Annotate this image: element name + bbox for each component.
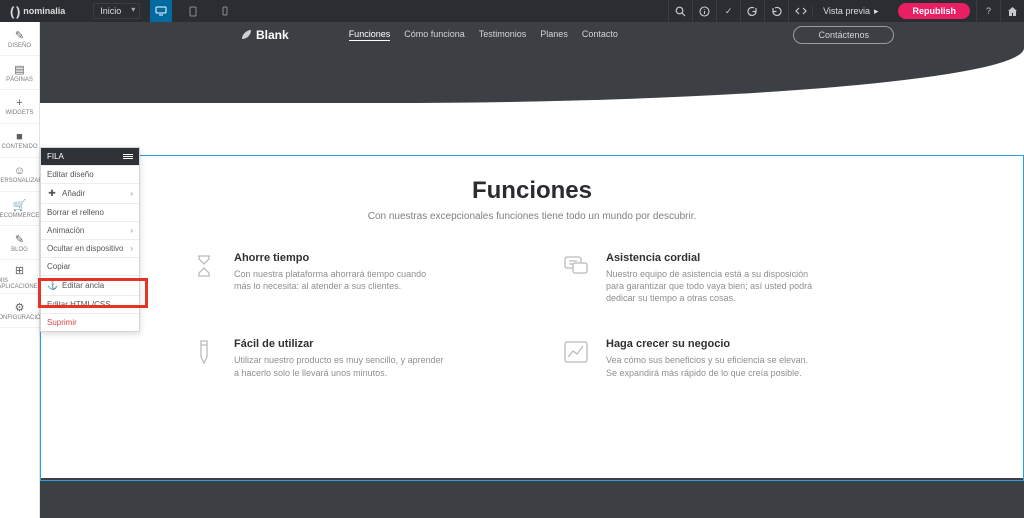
section-subtitle[interactable]: Con nuestras excepcionales funciones tie… bbox=[40, 211, 1024, 222]
plus-circle-icon: ✚ bbox=[47, 188, 57, 199]
ctx-edit-html[interactable]: Editar HTML/CSS bbox=[41, 295, 139, 313]
sidebar-item-personalize[interactable]: ☺PERSONALIZAR bbox=[0, 158, 39, 192]
anchor-icon: ⚓ bbox=[47, 280, 57, 291]
chat-icon bbox=[562, 252, 590, 280]
feature-block[interactable]: Ahorre tiempo Con nuestra plataforma ahor… bbox=[190, 252, 502, 304]
sidebar-item-apps[interactable]: ⊞MIS APLICACIONES bbox=[0, 260, 39, 294]
folder-icon: ■ bbox=[16, 131, 23, 143]
devmode-icon[interactable] bbox=[788, 0, 812, 22]
info-icon[interactable] bbox=[692, 0, 716, 22]
pen-icon bbox=[190, 338, 218, 366]
brand: ( ) nominalia bbox=[0, 4, 75, 19]
wave-shape-dark bbox=[40, 48, 1024, 103]
tool-sidebar: ✎DISEÑO ▤PÁGINAS +WIDGETS ■CONTENIDO ☺PE… bbox=[0, 22, 40, 518]
funciones-heading: Funciones Con nuestras excepcionales fun… bbox=[40, 177, 1024, 222]
redo-icon[interactable] bbox=[764, 0, 788, 22]
sidebar-item-ecommerce[interactable]: 🛒ECOMMERCE bbox=[0, 192, 39, 226]
device-desktop-button[interactable] bbox=[150, 0, 172, 22]
nav-link-como-funciona[interactable]: Cómo funciona bbox=[404, 29, 465, 41]
plus-icon: + bbox=[16, 97, 22, 109]
pages-icon: ▤ bbox=[14, 63, 24, 76]
feature-title: Ahorre tiempo bbox=[234, 252, 444, 264]
sidebar-item-content[interactable]: ■CONTENIDO bbox=[0, 124, 39, 158]
republish-button[interactable]: Republish bbox=[898, 3, 970, 19]
apps-icon: ⊞ bbox=[15, 264, 24, 277]
chevron-right-icon: ▸ bbox=[874, 6, 879, 17]
row-context-menu: FILA Editar diseño ✚Añadir› Borrar el re… bbox=[40, 147, 140, 332]
site-nav: Funciones Cómo funciona Testimonios Plan… bbox=[349, 29, 618, 41]
drag-handle-icon[interactable] bbox=[123, 154, 133, 159]
ctx-copy[interactable]: Copiar bbox=[41, 257, 139, 275]
page-selector[interactable]: Inicio bbox=[93, 3, 140, 19]
sidebar-item-pages[interactable]: ▤PÁGINAS bbox=[0, 56, 39, 90]
ctx-delete[interactable]: Suprimir bbox=[41, 313, 139, 331]
check-icon[interactable]: ✓ bbox=[716, 0, 740, 22]
site-logo[interactable]: Blank bbox=[240, 28, 289, 42]
ctx-header[interactable]: FILA bbox=[41, 148, 139, 165]
nav-link-planes[interactable]: Planes bbox=[540, 29, 568, 41]
feature-block[interactable]: Asistencia cordial Nuestro equipo de asis… bbox=[562, 252, 874, 304]
nav-link-testimonios[interactable]: Testimonios bbox=[479, 29, 527, 41]
feature-title: Haga crecer su negocio bbox=[606, 338, 816, 350]
editor-canvas[interactable]: Blank Funciones Cómo funciona Testimonio… bbox=[40, 22, 1024, 518]
device-tablet-button[interactable] bbox=[182, 0, 204, 22]
features-grid: Ahorre tiempo Con nuestra plataforma ahor… bbox=[190, 252, 874, 379]
section-title[interactable]: Funciones bbox=[40, 177, 1024, 205]
search-icon[interactable] bbox=[668, 0, 692, 22]
nav-link-contacto[interactable]: Contacto bbox=[582, 29, 618, 41]
contact-button[interactable]: Contáctenos bbox=[793, 26, 894, 44]
ctx-add[interactable]: ✚Añadir› bbox=[41, 183, 139, 203]
ctx-edit-anchor[interactable]: ⚓Editar ancla bbox=[41, 275, 139, 295]
chevron-right-icon: › bbox=[130, 244, 133, 253]
gear-icon: ⚙ bbox=[15, 301, 25, 314]
feature-block[interactable]: Fácil de utilizar Utilizar nuestro produc… bbox=[190, 338, 502, 378]
leaf-icon bbox=[240, 29, 252, 41]
brush-icon: ✎ bbox=[15, 29, 24, 42]
sidebar-item-blog[interactable]: ✎BLOG bbox=[0, 226, 39, 260]
person-icon: ☺ bbox=[14, 165, 25, 177]
ctx-animation[interactable]: Animación› bbox=[41, 221, 139, 239]
help-icon[interactable]: ? bbox=[976, 0, 1000, 22]
feature-body: Con nuestra plataforma ahorrará tiempo c… bbox=[234, 268, 444, 292]
feature-title: Fácil de utilizar bbox=[234, 338, 444, 350]
feature-body: Nuestro equipo de asistencia está a su d… bbox=[606, 268, 816, 304]
sidebar-item-settings[interactable]: ⚙CONFIGURACIÓN bbox=[0, 294, 39, 328]
undo-icon[interactable] bbox=[740, 0, 764, 22]
nav-link-funciones[interactable]: Funciones bbox=[349, 29, 391, 41]
ctx-edit-design[interactable]: Editar diseño bbox=[41, 165, 139, 183]
ctx-hide-device[interactable]: Ocultar en dispositivo› bbox=[41, 239, 139, 257]
feature-title: Asistencia cordial bbox=[606, 252, 816, 264]
sidebar-item-design[interactable]: ✎DISEÑO bbox=[0, 22, 39, 56]
preview-button[interactable]: Vista previa▸ bbox=[812, 6, 892, 17]
site-footer bbox=[40, 478, 1024, 518]
cart-icon: 🛒 bbox=[13, 199, 27, 212]
ctx-clear-fill[interactable]: Borrar el relleno bbox=[41, 203, 139, 221]
brand-mark: ( ) bbox=[10, 4, 19, 19]
chart-up-icon bbox=[562, 338, 590, 366]
chevron-right-icon: › bbox=[130, 226, 133, 235]
feature-body: Utilizar nuestro producto es muy sencill… bbox=[234, 354, 444, 378]
app-topbar: ( ) nominalia Inicio ✓ Vista previa▸ Rep… bbox=[0, 0, 1024, 22]
brand-text: nominalia bbox=[23, 6, 65, 16]
feature-body: Vea cómo sus beneficios y su eficiencia … bbox=[606, 354, 816, 378]
blog-icon: ✎ bbox=[15, 233, 24, 246]
feature-block[interactable]: Haga crecer su negocio Vea cómo sus benef… bbox=[562, 338, 874, 378]
hourglass-icon bbox=[190, 252, 218, 280]
sidebar-item-widgets[interactable]: +WIDGETS bbox=[0, 90, 39, 124]
site-header: Blank Funciones Cómo funciona Testimonio… bbox=[40, 22, 1024, 48]
device-mobile-button[interactable] bbox=[214, 0, 236, 22]
chevron-right-icon: › bbox=[130, 189, 133, 198]
home-icon[interactable] bbox=[1000, 0, 1024, 22]
